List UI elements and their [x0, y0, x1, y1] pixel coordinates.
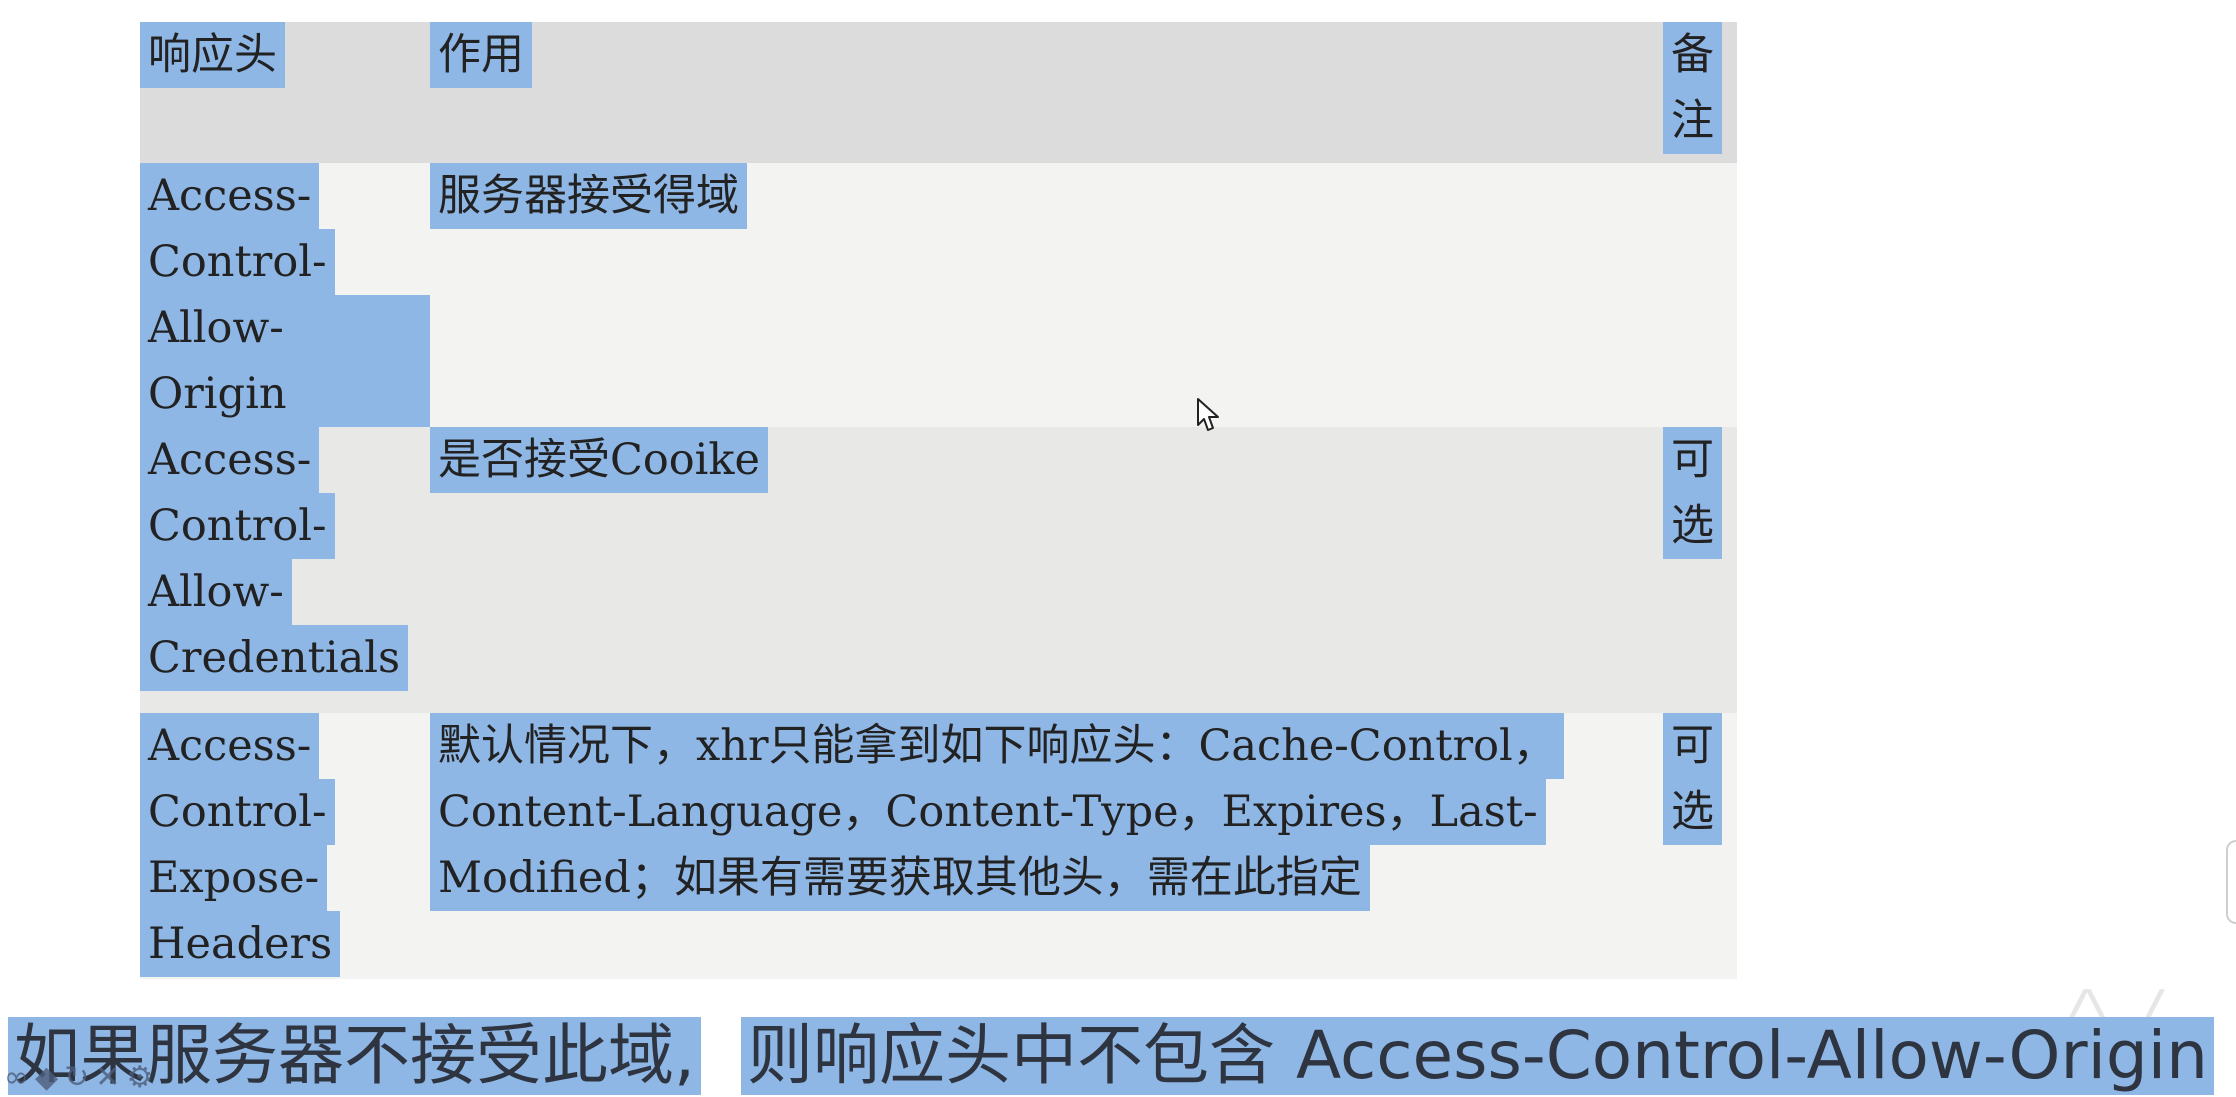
response-header-cell: Access- Control- Expose- Headers [140, 713, 430, 979]
header-column-title: 响应头 [140, 22, 430, 163]
note-line: 选 [1663, 779, 1722, 845]
note-line: 选 [1663, 493, 1722, 559]
description-line: 服务器接受得域 [430, 163, 747, 229]
response-header-cell: Access- Control- Allow-Origin [140, 163, 430, 427]
purpose-column-label: 作用 [430, 22, 532, 88]
description-line: Content-Language，Content-Type，Expires，La… [430, 779, 1546, 845]
response-header-line: Access- [140, 713, 320, 779]
header-column-label: 响应头 [140, 22, 285, 88]
player-controls: ∞ ◆ ↻ ✕ ⚙ [4, 1060, 153, 1095]
side-panel-handle[interactable] [2226, 840, 2236, 924]
description-line: Modified；如果有需要获取其他头，需在此指定 [430, 845, 1370, 911]
cors-response-header-table: 响应头 作用 备 注 Access- Control- Allow-Origin [140, 22, 1737, 979]
purpose-column-title: 作用 [430, 22, 1648, 163]
response-header-line: Control- [140, 779, 335, 845]
note-line: 可 [1663, 713, 1722, 779]
response-header-line: Allow-Origin [140, 295, 430, 427]
description-line: 默认情况下，xhr只能拿到如下响应头：Cache-Control， [430, 713, 1564, 779]
note-column-title: 备 注 [1648, 22, 1737, 163]
response-header-line: Control- [140, 493, 335, 559]
table-header-row: 响应头 作用 备 注 [140, 22, 1737, 163]
table-row: Access- Control- Allow- Credentials 是否接受… [140, 427, 1737, 713]
table-row: Access- Control- Expose- Headers 默认情况下，x… [140, 713, 1737, 979]
close-icon[interactable]: ✕ [95, 1060, 120, 1095]
response-header-line: Allow- [140, 559, 292, 625]
response-header-line: Access- [140, 163, 320, 229]
response-header-line: Credentials [140, 625, 409, 691]
infinity-icon[interactable]: ∞ [4, 1060, 29, 1095]
note-column-label-line2: 注 [1663, 88, 1722, 154]
lecture-slide: 响应头 作用 备 注 Access- Control- Allow-Origin [0, 0, 2236, 1097]
response-header-line: Access- [140, 427, 320, 493]
diamond-icon[interactable]: ◆ [35, 1060, 58, 1095]
note-column-label-line1: 备 [1663, 22, 1722, 88]
note-line: 可 [1663, 427, 1722, 493]
description-line: 是否接受Cooike [430, 427, 768, 493]
description-cell: 默认情况下，xhr只能拿到如下响应头：Cache-Control， Conten… [430, 713, 1648, 979]
note-cell [1648, 163, 1737, 427]
mouse-pointer-icon [1197, 398, 1219, 431]
note-cell: 可 选 [1648, 427, 1737, 713]
refresh-icon[interactable]: ↻ [64, 1060, 89, 1095]
table-row: Access- Control- Allow-Origin 服务器接受得域 [140, 163, 1737, 427]
response-header-line: Control- [140, 229, 335, 295]
note-cell: 可 选 [1648, 713, 1737, 979]
response-header-line: Expose- [140, 845, 328, 911]
description-cell: 服务器接受得域 [430, 163, 1648, 427]
response-header-cell: Access- Control- Allow- Credentials [140, 427, 430, 713]
caption-part-2: 则响应头中不包含 Access-Control-Allow-Origin [740, 1017, 2214, 1095]
subtitle-caption: 如果服务器不接受此域, 则响应头中不包含 Access-Control-Allo… [8, 1016, 2214, 1096]
response-header-line: Headers [140, 911, 341, 977]
description-cell: 是否接受Cooike [430, 427, 1648, 713]
settings-icon[interactable]: ⚙ [126, 1060, 153, 1095]
